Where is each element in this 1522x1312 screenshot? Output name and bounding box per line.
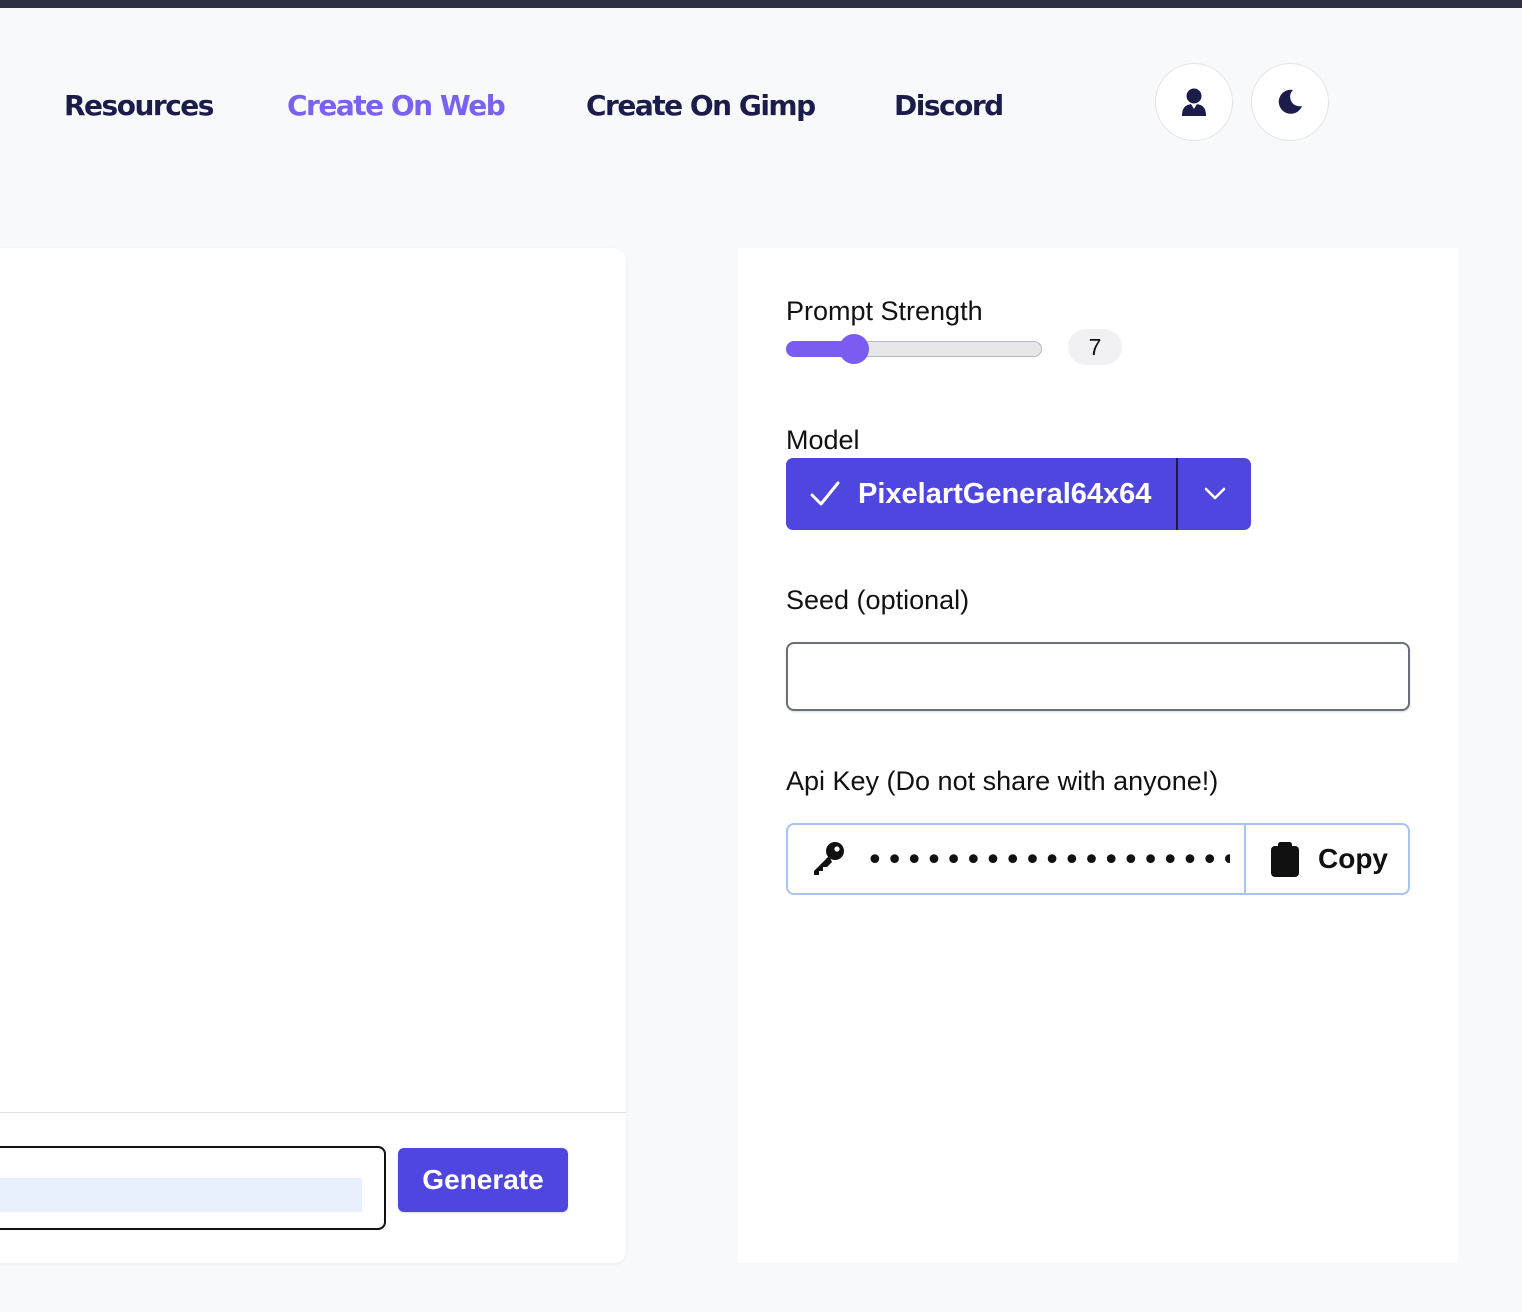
check-icon	[810, 481, 840, 506]
user-icon	[1182, 88, 1206, 116]
model-dropdown-toggle[interactable]	[1178, 458, 1251, 530]
nav-link-create-on-gimp[interactable]: Create On Gimp	[586, 84, 816, 128]
prompt-field-wrapper	[0, 1146, 386, 1230]
panel-divider	[0, 1112, 626, 1113]
prompt-strength-slider[interactable]	[786, 334, 1044, 364]
api-key-field-group: Copy	[786, 823, 1410, 895]
api-key-input[interactable]	[864, 835, 1232, 885]
seed-input[interactable]	[786, 642, 1410, 711]
model-split-button: PixelartGeneral64x64	[786, 458, 1251, 530]
copy-api-key-button[interactable]: Copy	[1246, 825, 1408, 893]
model-selected-name: PixelartGeneral64x64	[858, 478, 1152, 510]
prompt-strength-label: Prompt Strength	[786, 296, 983, 326]
top-strip	[0, 0, 1522, 8]
nav-link-discord[interactable]: Discord	[894, 84, 1004, 128]
clipboard-icon	[1271, 842, 1299, 877]
image-canvas-panel: Generate	[0, 248, 626, 1263]
key-icon	[814, 842, 844, 875]
model-select-button[interactable]: PixelartGeneral64x64	[786, 458, 1176, 530]
nav-link-resources[interactable]: Resources	[64, 84, 214, 128]
settings-panel: Prompt Strength 7 Model PixelartGeneral6…	[738, 248, 1458, 1263]
seed-label: Seed (optional)	[786, 585, 970, 615]
slider-thumb[interactable]	[838, 334, 869, 364]
prompt-strength-value: 7	[1068, 329, 1122, 365]
generate-button[interactable]: Generate	[398, 1148, 568, 1212]
copy-button-label: Copy	[1318, 843, 1388, 874]
api-key-label: Api Key (Do not share with anyone!)	[786, 766, 1219, 796]
nav-link-create-on-web[interactable]: Create On Web	[287, 84, 506, 128]
chevron-down-icon	[1204, 487, 1225, 500]
moon-icon	[1278, 89, 1302, 114]
theme-toggle-button[interactable]	[1251, 63, 1329, 141]
model-label: Model	[786, 425, 860, 455]
prompt-input[interactable]	[0, 1178, 362, 1212]
user-account-button[interactable]	[1155, 63, 1233, 141]
